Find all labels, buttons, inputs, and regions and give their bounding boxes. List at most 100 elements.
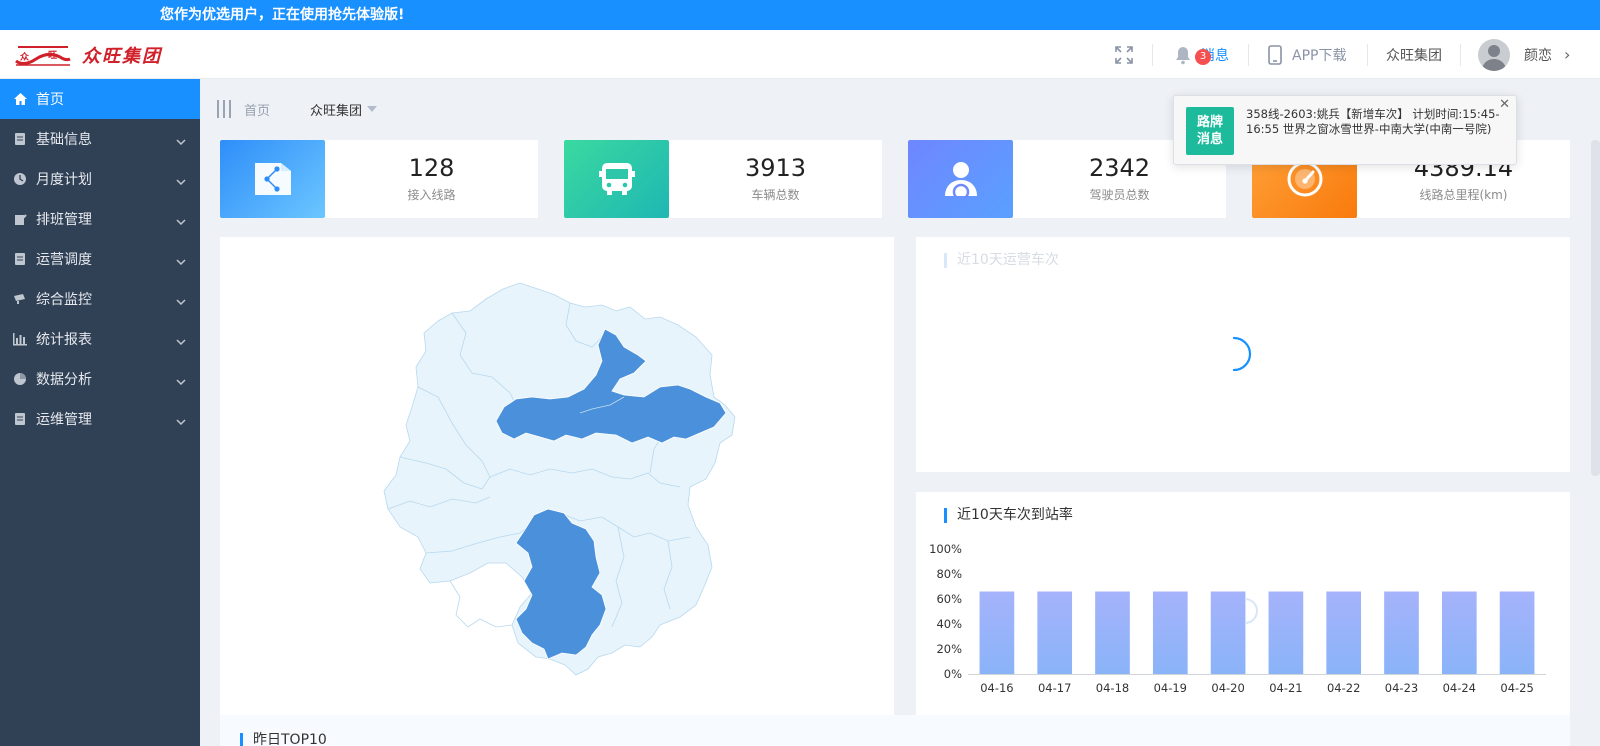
sidebar-item-label: 运维管理 <box>36 412 92 428</box>
edit-icon <box>12 211 28 227</box>
messages-button[interactable]: 3 消息 <box>1173 30 1229 79</box>
sidebar-item-label: 月度计划 <box>36 172 92 188</box>
chevron-down-icon <box>176 293 186 309</box>
top10-panel: 昨日TOP10 <box>220 715 1570 746</box>
sidebar-item-reports[interactable]: 统计报表 <box>0 319 200 359</box>
chart-bar[interactable] <box>1037 591 1073 675</box>
route-message-notification[interactable]: 路牌 消息 358线-2603:姚兵【新增车次】 计划时间:15:45-16:5… <box>1173 95 1517 165</box>
page-scrollbar[interactable] <box>1591 140 1600 476</box>
chart-bar[interactable] <box>1326 591 1362 675</box>
header-divider <box>1367 44 1368 66</box>
sidebar-item-label: 运营调度 <box>36 252 92 268</box>
x-tick-label: 04-17 <box>1038 681 1071 695</box>
stat-value: 128 <box>408 154 455 182</box>
stat-card-vehicles: 3913 车辆总数 <box>564 140 882 218</box>
x-tick-label: 04-22 <box>1327 681 1360 695</box>
x-tick-label: 04-20 <box>1211 681 1244 695</box>
chevron-down-icon <box>176 413 186 429</box>
chevron-down-icon <box>176 253 186 269</box>
hamburger-icon[interactable] <box>216 99 232 119</box>
header-divider <box>1248 44 1249 66</box>
logo-mark-icon: 众 旺 <box>14 41 72 69</box>
province-map[interactable] <box>220 237 894 715</box>
x-tick-label: 04-21 <box>1269 681 1302 695</box>
sidebar-item-label: 统计报表 <box>36 332 92 348</box>
logo-text: 众旺集团 <box>82 46 162 67</box>
stat-card-lines: 128 接入线路 <box>220 140 538 218</box>
svg-text:旺: 旺 <box>48 50 57 61</box>
y-tick-label: 0% <box>944 667 962 681</box>
sidebar-item-monitoring[interactable]: 综合监控 <box>0 279 200 319</box>
chart-bar[interactable] <box>1499 591 1535 675</box>
bus-icon <box>564 140 669 218</box>
sidebar-item-label: 基础信息 <box>36 132 92 148</box>
sidebar-item-monthly-plan[interactable]: 月度计划 <box>0 159 200 199</box>
chevron-right-icon: › <box>1564 45 1571 64</box>
arrival-rate-chart: 0% 20% 40% 60% 80% 100% 04-16 04-17 04-18 04-19 04… <box>929 542 1546 695</box>
pie-chart-icon <box>12 371 28 387</box>
document-icon <box>12 131 28 147</box>
top-header: 众 旺 众旺集团 3 消息 APP下载 众旺集团 颜恋 › <box>0 30 1600 79</box>
chart-bar[interactable] <box>979 591 1015 675</box>
panel-title: 近10天车次到站率 <box>944 508 1073 523</box>
org-select[interactable]: 众旺集团 <box>310 100 378 119</box>
sidebar-item-scheduling[interactable]: 排班管理 <box>0 199 200 239</box>
sidebar-item-home[interactable]: 首页 <box>0 79 200 119</box>
stat-label: 接入线路 <box>407 188 456 202</box>
document-icon <box>12 251 28 267</box>
sidebar-item-basic-info[interactable]: 基础信息 <box>0 119 200 159</box>
loading-spinner-icon <box>1244 598 1258 624</box>
chevron-down-icon <box>176 333 186 349</box>
chart-bar[interactable] <box>1152 591 1188 675</box>
header-divider <box>1152 44 1153 66</box>
chevron-down-icon <box>176 173 186 189</box>
app-download-button[interactable]: APP下载 <box>1268 30 1346 79</box>
share-icon <box>220 140 325 218</box>
caret-down-icon <box>366 102 378 117</box>
user-name: 颜恋 <box>1524 47 1552 64</box>
y-tick-label: 80% <box>936 567 962 581</box>
close-icon[interactable]: ✕ <box>1499 97 1510 112</box>
chart-bar[interactable] <box>1384 591 1419 675</box>
org-switch-button[interactable]: 众旺集团 <box>1386 30 1442 79</box>
stat-label: 线路总里程(km) <box>1419 188 1508 202</box>
chart-bar[interactable] <box>1441 591 1477 675</box>
notification-tag: 路牌 消息 <box>1186 107 1234 155</box>
chart-bar[interactable] <box>1095 591 1130 675</box>
y-tick-label: 100% <box>929 542 962 556</box>
trips-panel: 近10天运营车次 <box>916 237 1570 472</box>
user-menu[interactable]: 颜恋 › <box>1478 30 1570 79</box>
arrival-rate-panel: 近10天车次到站率 0% 20% 40% 60% 80% 100% 04-16 04-17 04… <box>916 492 1570 715</box>
x-tick-label: 04-19 <box>1154 681 1187 695</box>
loading-spinner-icon <box>1232 336 1252 372</box>
company-logo[interactable]: 众 旺 众旺集团 <box>14 40 162 70</box>
chart-bar[interactable] <box>1210 591 1246 675</box>
fullscreen-button[interactable] <box>1115 30 1133 79</box>
sidebar-item-label: 数据分析 <box>36 372 92 388</box>
driver-icon <box>908 140 1013 218</box>
chart-bar[interactable] <box>1268 591 1304 675</box>
camera-icon <box>12 291 28 307</box>
sidebar-item-analysis[interactable]: 数据分析 <box>0 359 200 399</box>
trial-banner: 您作为优选用户，正在使用抢先体验版! <box>0 0 1600 30</box>
stat-label: 车辆总数 <box>751 188 800 202</box>
breadcrumb-home[interactable]: 首页 <box>244 100 270 119</box>
sidebar-item-maintenance[interactable]: 运维管理 <box>0 399 200 439</box>
panel-title: 昨日TOP10 <box>240 733 327 746</box>
y-tick-label: 40% <box>936 617 962 631</box>
document-icon <box>12 411 28 427</box>
x-tick-label: 04-16 <box>980 681 1013 695</box>
notification-text: 358线-2603:姚兵【新增车次】 计划时间:15:45-16:55 世界之窗… <box>1246 107 1500 136</box>
sidebar-item-dispatch[interactable]: 运营调度 <box>0 239 200 279</box>
breadcrumb: 首页 众旺集团 <box>216 98 378 120</box>
sidebar-item-label: 综合监控 <box>36 292 92 308</box>
org-select-value: 众旺集团 <box>310 103 363 119</box>
tag-line: 消息 <box>1196 132 1223 147</box>
bell-icon <box>1176 46 1190 64</box>
header-divider <box>1460 44 1461 66</box>
svg-text:众: 众 <box>20 51 30 63</box>
messages-badge: 3 <box>1195 48 1211 65</box>
phone-icon <box>1268 44 1282 65</box>
y-tick-label: 20% <box>936 642 962 656</box>
x-tick-label: 04-23 <box>1385 681 1418 695</box>
